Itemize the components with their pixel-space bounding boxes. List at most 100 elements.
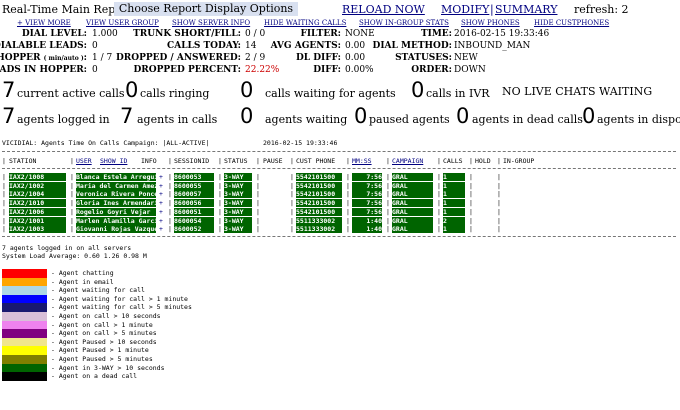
avg-agents-value: 0.00	[345, 41, 366, 51]
column-user-sort-link[interactable]: USER	[76, 157, 92, 165]
agents-table-caption: VICIDIAL: Agents Time On Calls Campaign:…	[2, 139, 210, 147]
status-cell: 3-WAY	[224, 199, 252, 208]
status-cell: 3-WAY	[224, 225, 252, 234]
agents-logged-in-label: agents logged in	[17, 113, 110, 126]
row-pipe: |	[497, 207, 501, 216]
user-cell[interactable]: Maria del Carmen Amezcua	[76, 181, 156, 190]
row-pipe: |	[386, 181, 390, 190]
hide-custphones-link[interactable]: HIDE CUSTPHONES	[534, 19, 609, 27]
column-station: STATION	[9, 157, 37, 165]
station-cell: IAX2/1010	[9, 199, 66, 208]
row-pipe: |	[70, 199, 74, 208]
header-pipe: |	[218, 157, 222, 165]
row-pipe: |	[346, 181, 350, 190]
row-pipe: |	[218, 216, 222, 225]
header-pipe: |	[168, 157, 172, 165]
ringing-label: calls ringing	[140, 87, 210, 100]
row-pipe: |	[290, 173, 294, 181]
mmss-cell: 7:56	[352, 181, 382, 190]
refresh-rate[interactable]: refresh: 2	[574, 3, 629, 16]
row-pipe: |	[290, 190, 294, 199]
station-cell: IAX2/1004	[9, 190, 66, 199]
column-cust-phone: CUST PHONE	[296, 157, 336, 165]
cust-phone-cell: 5511333002	[296, 216, 342, 225]
row-pipe: |	[256, 173, 260, 181]
status-cell: 3-WAY	[224, 216, 252, 225]
show-phones-link[interactable]: SHOW PHONES	[461, 19, 520, 27]
info-plus-link[interactable]: +	[159, 190, 163, 198]
leads-in-hopper-label: LEADS IN HOPPER:	[0, 65, 87, 75]
row-pipe: |	[386, 225, 390, 234]
row-pipe: |	[497, 199, 501, 208]
ivr-label: calls in IVR	[426, 87, 490, 100]
row-pipe: |	[218, 199, 222, 208]
row-pipe: |	[218, 173, 222, 181]
filter-value: NONE	[345, 29, 375, 39]
modify-link[interactable]: MODIFY	[441, 3, 489, 16]
row-pipe: |	[386, 199, 390, 208]
row-pipe: |	[218, 225, 222, 234]
row-pipe: |	[437, 207, 441, 216]
info-plus-link[interactable]: +	[159, 225, 163, 233]
cust-phone-cell: 5511333002	[296, 225, 342, 234]
hopper-colon: :	[83, 53, 87, 63]
row-pipe: |	[168, 173, 172, 181]
status-cell: 3-WAY	[224, 173, 252, 181]
info-plus-link[interactable]: +	[159, 208, 163, 216]
row-pipe: |	[437, 199, 441, 208]
row-pipe: |	[497, 225, 501, 234]
view-more-link[interactable]: + VIEW MORE	[17, 19, 71, 27]
info-plus-link[interactable]: +	[159, 182, 163, 190]
row-pipe: |	[2, 190, 6, 199]
show-server-info-link[interactable]: SHOW SERVER INFO	[172, 19, 250, 27]
user-cell[interactable]: Rogelio Goyri Vejar	[76, 207, 156, 216]
info-plus-link[interactable]: +	[159, 173, 163, 181]
column-mmss-sort-link[interactable]: MM:SS	[352, 157, 372, 165]
cust-phone-cell: 5542101500	[296, 207, 342, 216]
dead-calls-label: agents in dead calls	[472, 113, 583, 126]
agents-table-timestamp: 2016-02-15 19:33:46	[263, 139, 338, 147]
calls-today-label: CALLS TODAY:	[167, 41, 241, 51]
row-pipe: |	[168, 199, 172, 208]
row-pipe: |	[386, 207, 390, 216]
summary-link[interactable]: SUMMARY	[495, 3, 557, 16]
report-options-button[interactable]: Choose Report Display Options	[114, 2, 298, 16]
dead-calls-count: 0	[456, 104, 470, 128]
row-pipe: |	[437, 216, 441, 225]
ivr-count: 0	[411, 78, 425, 102]
row-pipe: |	[346, 190, 350, 199]
column-campaign-sort-link[interactable]: CAMPAIGN	[392, 157, 423, 165]
dispo-label: agents in dispo	[597, 113, 680, 126]
row-pipe: |	[497, 181, 501, 190]
row-pipe: |	[218, 181, 222, 190]
user-cell[interactable]: Blanca Estela Arreguin	[76, 173, 156, 181]
calls-today-value: 14	[245, 41, 257, 51]
ringing-count: 0	[125, 78, 139, 102]
row-pipe: |	[2, 173, 6, 181]
row-pipe: |	[168, 225, 172, 234]
row-pipe: |	[346, 173, 350, 181]
station-cell: IAX2/1008	[9, 173, 66, 181]
show-id-link[interactable]: SHOW ID	[100, 157, 127, 165]
station-cell: IAX2/1001	[9, 216, 66, 225]
user-cell[interactable]: Giovanni Rojas Vazquez	[76, 225, 156, 234]
user-cell[interactable]: Veronica Rivera Ponce	[76, 190, 156, 199]
view-user-group-link[interactable]: VIEW USER GROUP	[86, 19, 159, 27]
user-cell[interactable]: Marlen Alamilla Garcia	[76, 216, 156, 225]
hopper-label-text: HOPPER	[0, 53, 41, 63]
statuses-value: NEW	[454, 53, 478, 63]
agents-waiting-count: 0	[240, 104, 254, 128]
show-ingroup-stats-link[interactable]: SHOW IN-GROUP STATS	[359, 19, 449, 27]
hide-waiting-calls-link[interactable]: HIDE WAITING CALLS	[264, 19, 346, 27]
info-plus-link[interactable]: +	[159, 199, 163, 207]
statuses-label: STATUSES:	[395, 53, 452, 63]
dial-method-label: DIAL METHOD:	[372, 41, 452, 51]
info-plus-link[interactable]: +	[159, 217, 163, 225]
column-in-group: IN-GROUP	[503, 157, 535, 165]
calls-cell: 1	[443, 181, 465, 190]
row-pipe: |	[2, 181, 6, 190]
user-cell[interactable]: Gloria Ines Armendariz	[76, 199, 156, 208]
reload-now-link[interactable]: RELOAD NOW	[342, 3, 425, 16]
page-title: Real-Time Main Report	[2, 3, 132, 16]
system-load-average: System Load Average: 0.60 1.26 0.98 M	[2, 252, 147, 260]
